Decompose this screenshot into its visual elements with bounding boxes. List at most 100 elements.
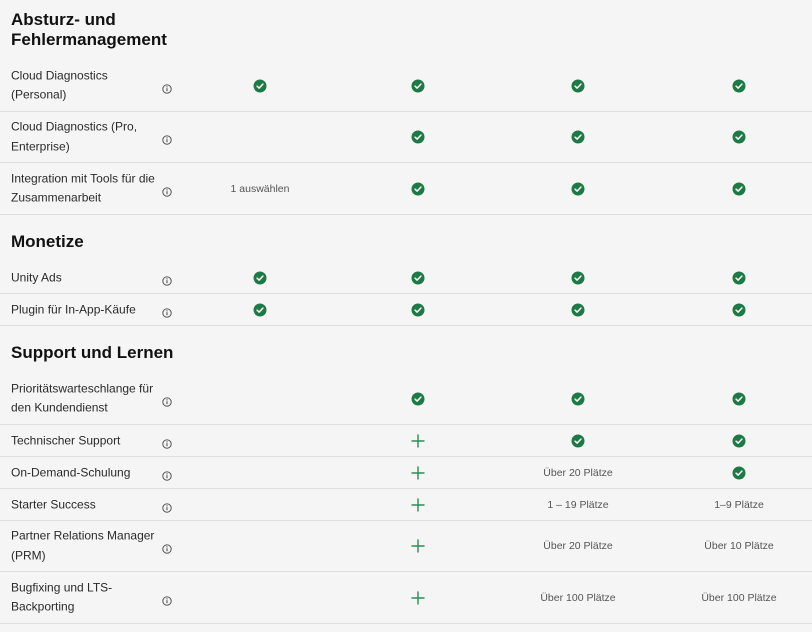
plus-icon[interactable] [411, 590, 426, 605]
table-row: Cloud Diagnostics (Personal) [0, 60, 812, 112]
table-row: Unity Ads [0, 262, 812, 294]
cell-value: 1–9 Plätze [714, 498, 764, 511]
check-circle-icon [253, 271, 267, 285]
info-circle-icon[interactable] [162, 81, 172, 94]
cell-tier-4 [732, 392, 746, 406]
info-circle-icon[interactable] [162, 593, 172, 606]
cell-tier-2 [411, 497, 426, 512]
cell-tier-4 [732, 79, 746, 93]
cell-tier-1 [253, 79, 267, 93]
plus-icon[interactable] [411, 465, 426, 480]
cell-tier-3 [571, 130, 585, 144]
cell-tier-3: 1 – 19 Plätze [547, 499, 608, 511]
check-circle-icon [732, 466, 746, 480]
cell-tier-3: Über 100 Plätze [540, 592, 615, 604]
feature-comparison-table: Absturz- und Fehlermanagement Cloud Diag… [0, 0, 812, 632]
cell-tier-1 [253, 271, 267, 285]
cell-tier-3 [571, 79, 585, 93]
table-row: Cloud Diagnostics (Pro, Enterprise) [0, 112, 812, 163]
section-title-support: Support und Lernen [11, 343, 174, 362]
plus-icon[interactable] [411, 433, 426, 448]
feature-label: Plugin für In-App-Käufe [11, 301, 136, 316]
cell-tier-1: 1 auswählen [231, 183, 290, 195]
feature-label: Integration mit Tools für die Zusammenar… [11, 171, 155, 205]
check-circle-icon [571, 271, 585, 285]
table-row: Technischer Support [0, 425, 812, 457]
cell-value: Über 100 Plätze [701, 591, 777, 604]
info-circle-icon[interactable] [162, 273, 172, 286]
cell-tier-4: 1–9 Plätze [714, 499, 764, 511]
table-row: Integration mit Tools für die Zusammenar… [0, 163, 812, 215]
section-title-monetize: Monetize [11, 232, 84, 251]
cell-tier-2 [411, 590, 426, 605]
check-circle-icon [571, 434, 585, 448]
check-circle-icon [732, 79, 746, 93]
plus-icon[interactable] [411, 497, 426, 512]
info-circle-icon[interactable] [162, 184, 172, 197]
plus-icon[interactable] [411, 539, 426, 554]
check-circle-icon [732, 130, 746, 144]
cell-tier-4 [732, 466, 746, 480]
cell-value: Über 20 Plätze [543, 466, 613, 479]
check-circle-icon [571, 392, 585, 406]
check-circle-icon [411, 79, 425, 93]
check-circle-icon [732, 271, 746, 285]
info-circle-icon[interactable] [162, 305, 172, 318]
cell-tier-2 [411, 182, 425, 196]
feature-label: Prioritätswarteschlange für den Kundendi… [11, 381, 154, 415]
check-circle-icon [411, 392, 425, 406]
cell-tier-3 [571, 434, 585, 448]
check-circle-icon [571, 303, 585, 317]
cell-value: Über 100 Plätze [540, 591, 616, 604]
check-circle-icon [411, 182, 425, 196]
info-circle-icon[interactable] [162, 541, 172, 554]
table-row: Bugfixing und LTS-Backporting Über 100 P… [0, 572, 812, 624]
cell-value: 1 – 19 Plätze [547, 498, 609, 511]
cell-tier-3: Über 20 Plätze [543, 467, 612, 479]
info-circle-icon[interactable] [162, 500, 172, 513]
feature-label: Technischer Support [11, 432, 121, 447]
check-circle-icon [732, 303, 746, 317]
cell-tier-2 [411, 433, 426, 448]
cell-tier-4 [732, 434, 746, 448]
check-circle-icon [411, 130, 425, 144]
cell-tier-4: Über 10 Plätze [704, 540, 773, 552]
check-circle-icon [571, 182, 585, 196]
feature-label: Bugfixing und LTS-Backporting [11, 580, 113, 614]
cell-tier-4: Über 100 Plätze [701, 592, 776, 604]
info-circle-icon[interactable] [162, 132, 172, 145]
feature-label: Cloud Diagnostics (Pro, Enterprise) [11, 119, 138, 154]
cell-tier-4 [732, 303, 746, 317]
check-circle-icon [411, 271, 425, 285]
feature-label: Partner Relations Manager (PRM) [11, 528, 155, 563]
cell-tier-3: Über 20 Plätze [543, 540, 612, 552]
cell-tier-2 [411, 303, 425, 317]
table-row: Prioritätswarteschlange für den Kundendi… [0, 373, 812, 425]
section-title-crash-management: Absturz- und Fehlermanagement [11, 10, 167, 49]
cell-value: Über 20 Plätze [543, 540, 613, 552]
cell-tier-4 [732, 271, 746, 285]
cell-tier-4 [732, 130, 746, 144]
check-circle-icon [732, 182, 746, 196]
cell-tier-1 [253, 303, 267, 317]
cell-tier-2 [411, 465, 426, 480]
cell-tier-4 [732, 182, 746, 196]
cell-value: Über 10 Plätze [704, 540, 774, 552]
cell-tier-2 [411, 79, 425, 93]
feature-label: Unity Ads [11, 269, 62, 284]
cell-tier-2 [411, 392, 425, 406]
cell-tier-2 [411, 130, 425, 144]
info-circle-icon[interactable] [162, 468, 172, 481]
table-row: Partner Relations Manager (PRM) Über 20 … [0, 521, 812, 572]
cell-tier-3 [571, 303, 585, 317]
check-circle-icon [571, 79, 585, 93]
table-row: Starter Success 1 – 19 Plätze 1–9 Plätze [0, 489, 812, 521]
check-circle-icon [253, 79, 267, 93]
table-row: On-Demand-Schulung Über 20 Plätze [0, 457, 812, 489]
info-circle-icon[interactable] [162, 394, 172, 407]
cell-tier-3 [571, 392, 585, 406]
cell-tier-3 [571, 182, 585, 196]
cell-tier-2 [411, 271, 425, 285]
table-row: Plugin für In-App-Käufe [0, 294, 812, 326]
info-circle-icon[interactable] [162, 436, 172, 449]
